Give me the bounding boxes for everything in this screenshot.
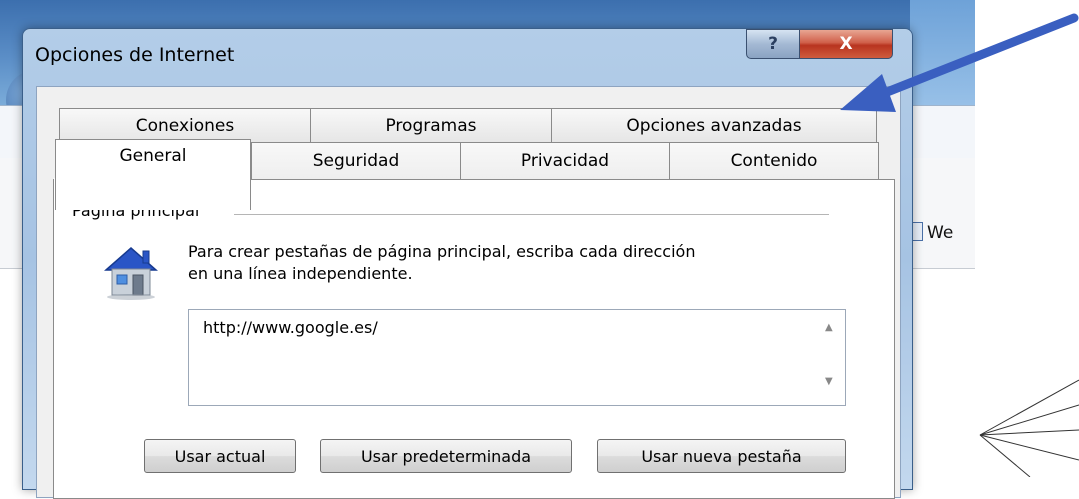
- home-page-description: Para crear pestañas de página principal,…: [188, 241, 818, 285]
- tab-label: Programas: [385, 115, 477, 136]
- general-tab-panel: Página principal Para crear pestañas de …: [53, 178, 895, 499]
- description-line-1: Para crear pestañas de página principal,…: [188, 242, 696, 261]
- tab-programas[interactable]: Programas: [310, 108, 552, 142]
- group-divider: [234, 214, 829, 215]
- home-page-urls-textarea[interactable]: http://www.google.es/ ▲ ▼: [188, 309, 846, 406]
- use-current-button[interactable]: Usar actual: [144, 439, 296, 473]
- textarea-scrollbar[interactable]: ▲ ▼: [815, 310, 845, 405]
- tab-label: Conexiones: [135, 115, 235, 136]
- background-lines: [979, 379, 1079, 477]
- button-label: Usar predeterminada: [360, 446, 532, 466]
- home-icon: [104, 247, 158, 300]
- dialog-client-area: Conexiones Programas Opciones avanzadas …: [36, 86, 901, 499]
- scroll-down-icon[interactable]: ▼: [825, 376, 833, 387]
- internet-options-dialog: Opciones de Internet ? X Conexiones Prog…: [22, 28, 913, 499]
- tab-conexiones[interactable]: Conexiones: [59, 108, 311, 142]
- annotation-arrow-icon: [840, 13, 1079, 112]
- help-icon: ?: [768, 34, 778, 54]
- tab-label: Seguridad: [312, 151, 400, 171]
- tab-label: General: [119, 146, 187, 166]
- help-button[interactable]: ?: [746, 29, 800, 59]
- favorites-link[interactable]: We: [907, 222, 953, 243]
- title-bar[interactable]: Opciones de Internet ? X: [23, 29, 912, 87]
- button-label: Usar actual: [174, 446, 266, 466]
- use-new-tab-button[interactable]: Usar nueva pestaña: [597, 439, 846, 473]
- use-default-button[interactable]: Usar predeterminada: [320, 439, 572, 473]
- home-page-url-value: http://www.google.es/: [203, 318, 378, 337]
- favorites-link-label: We: [927, 223, 954, 243]
- tab-label: Contenido: [730, 151, 818, 171]
- button-label: Usar nueva pestaña: [641, 446, 802, 466]
- description-line-2: en una línea independiente.: [188, 264, 413, 283]
- tab-general[interactable]: General: [55, 139, 251, 210]
- tab-label: Privacidad: [520, 151, 610, 171]
- dialog-title: Opciones de Internet: [35, 44, 235, 66]
- tab-label: Opciones avanzadas: [626, 115, 802, 136]
- scroll-up-icon[interactable]: ▲: [825, 322, 833, 333]
